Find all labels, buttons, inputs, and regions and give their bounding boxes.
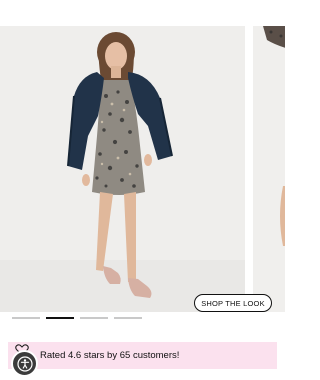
carousel-pagination bbox=[12, 317, 152, 320]
accessibility-button[interactable] bbox=[11, 350, 38, 377]
product-page: SHOP THE LOOK Rated 4.6 stars by 65 cust… bbox=[0, 0, 285, 380]
pagination-dot[interactable] bbox=[80, 317, 108, 319]
pagination-dot[interactable] bbox=[12, 317, 40, 319]
product-image-carousel[interactable]: SHOP THE LOOK bbox=[0, 26, 285, 312]
accessibility-icon bbox=[16, 355, 33, 372]
rating-banner: Rated 4.6 stars by 65 customers! bbox=[8, 342, 277, 369]
pagination-dot-active[interactable] bbox=[46, 317, 74, 319]
next-slide-image bbox=[253, 26, 285, 312]
pagination-dot[interactable] bbox=[114, 317, 142, 319]
product-image-slide[interactable] bbox=[0, 26, 245, 312]
model-photo bbox=[67, 32, 173, 298]
next-slide-preview[interactable] bbox=[253, 26, 285, 312]
shop-the-look-button[interactable]: SHOP THE LOOK bbox=[194, 294, 272, 312]
rating-text: Rated 4.6 stars by 65 customers! bbox=[40, 350, 180, 361]
